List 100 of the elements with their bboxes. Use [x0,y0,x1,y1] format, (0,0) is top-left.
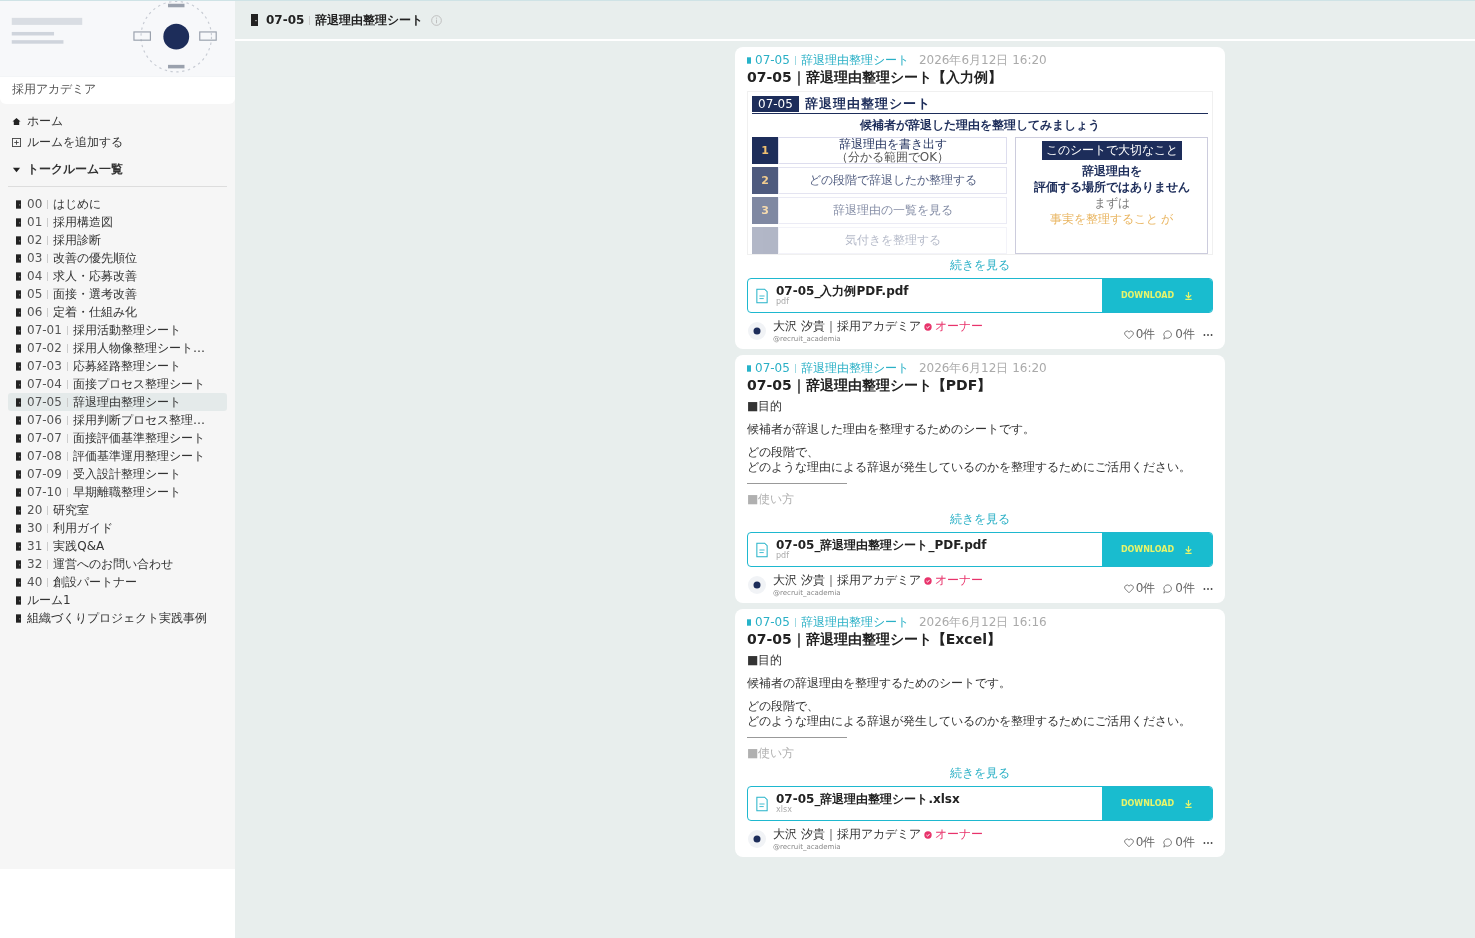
room-item[interactable]: 04 求人・応募改善 [8,267,227,285]
comment-button[interactable]: 0件 [1163,580,1195,597]
room-item[interactable]: 32 運営へのお問い合わせ [8,555,227,573]
section-toggle[interactable]: トークルーム一覧 [12,160,123,178]
sheet-lead: 候補者が辞退した理由を整理してみましょう [860,117,1100,134]
file-icon [756,795,768,812]
room-item[interactable]: ルーム1 [8,591,227,609]
body-text: 候補者が辞退した理由を整理するためのシートです。 [747,422,1035,437]
step-number: 3 [752,197,778,224]
comment-icon [1163,583,1174,594]
heart-icon [1123,329,1134,340]
note-line: まずは [1093,196,1130,211]
comment-button[interactable]: 0件 [1163,326,1195,343]
room-item[interactable]: 07-09 受入設計整理シート [8,465,227,483]
heart-icon [1123,583,1134,594]
post-title: 07-05｜辞退理由整理シート【Excel】 [747,631,1002,649]
nav-link[interactable]: ホーム [12,112,63,130]
more-icon[interactable] [1203,332,1213,337]
room-item[interactable]: 02 採用診断 [8,231,227,249]
author-name[interactable]: 大沢 汐貴｜採用アカデミア [773,572,921,589]
note-line: 評価する場所ではありません [1033,180,1190,195]
room-item[interactable]: 07-06 採用判断プロセス整理… [8,411,227,429]
like-button[interactable]: 0件 [1123,580,1156,597]
owner-label: オーナー [934,318,983,335]
room-item[interactable]: 06 定着・仕組み化 [8,303,227,321]
file-name: 07-05_入力例PDF.pdf [776,285,910,297]
room-item[interactable]: 00 はじめに [8,195,227,213]
more-icon[interactable] [1203,840,1213,845]
home-icon [12,116,21,126]
more-icon[interactable] [1203,586,1213,591]
room-item[interactable]: 07-07 面接評価基準整理シート [8,429,227,447]
step-title: どの段階で辞退したか整理する [808,174,977,187]
community-name: 採用アカデミア [11,81,97,98]
note-line: 辞退理由を [1081,164,1142,179]
like-button[interactable]: 0件 [1123,326,1156,343]
room-item[interactable]: 07-05 辞退理由整理シート [8,393,227,411]
body-text: どのような理由による辞退が発生しているのかを整理するためにご活用ください。 [747,460,1191,475]
body-text: 候補者の辞退理由を整理するためのシートです。 [747,676,1011,691]
sheet-code: 07-05 [752,96,799,112]
post-title: 07-05｜辞退理由整理シート【PDF】 [747,377,993,395]
heart-icon [1123,837,1134,848]
check-badge-icon [923,322,932,331]
body-text: どの段階で、 [747,445,819,460]
post-title: 07-05｜辞退理由整理シート【入力例】 [747,69,1003,87]
note-line: 事実を整理すること が [1049,212,1174,227]
add-icon [12,137,21,147]
file-name: 07-05_辞退理由整理シート_PDF.pdf [776,539,988,551]
post-date: 2026年6月12日 16:16 [918,616,1047,629]
room-item[interactable]: 07-02 採用人物像整理シート… [8,339,227,357]
step-number: 1 [752,137,778,164]
download-icon [1184,799,1194,808]
room-item[interactable]: 07-08 評価基準運用整理シート [8,447,227,465]
step-number: 2 [752,167,778,194]
body-text: ■使い方 [747,492,795,507]
comment-button[interactable]: 0件 [1163,834,1195,851]
body-text: どのような理由による辞退が発生しているのかを整理するためにご活用ください。 [747,714,1191,729]
room-item[interactable]: 30 利用ガイド [8,519,227,537]
check-badge-icon [923,576,932,585]
file-icon [756,541,768,558]
sheet-title: 辞退理由整理シート [804,95,931,113]
nav-link[interactable]: ルームを追加する [12,133,123,151]
sheet-preview[interactable]: 07-05 辞退理由整理シート 候補者が辞退した理由を整理してみましょう 1 辞退理由を書き出す （分かる範囲でOK） 2 どの段階で辞退したか整理する 3 辞退理由の一覧を見る 気付きを整理する このシートで大切なこと 辞退理由を 評価する場所ではありません まずは 事実を整理すること が [747,91,1213,255]
room-item[interactable]: 07-01 採用活動整理シート [8,321,227,339]
avatar-icon [747,574,767,595]
room-item[interactable]: 07-04 面接プロセス整理シート [8,375,227,393]
file-icon [756,287,768,304]
post-date: 2026年6月12日 16:20 [918,54,1047,67]
step-title: 辞退理由の一覧を見る [832,204,953,217]
room-item[interactable]: 07-03 応募経路整理シート [8,357,227,375]
room-item[interactable]: 組織づくりプロジェクト実践事例 [8,609,227,627]
step-note: （分かる範囲でOK） [835,151,950,163]
download-icon [1184,545,1194,554]
file-name: 07-05_辞退理由整理シート.xlsx [776,793,961,805]
avatar-icon [747,828,767,849]
check-badge-icon [923,830,932,839]
author-name[interactable]: 大沢 汐貴｜採用アカデミア [773,826,921,843]
comment-icon [1163,329,1174,340]
author-name[interactable]: 大沢 汐貴｜採用アカデミア [773,318,921,335]
room-item[interactable]: 31 実践Q&A [8,537,227,555]
comment-icon [1163,837,1174,848]
room-item[interactable]: 03 改善の優先順位 [8,249,227,267]
room-item[interactable]: 07-10 早期離職整理シート [8,483,227,501]
download-icon [1184,291,1194,300]
body-text: ■使い方 [747,746,795,761]
owner-label: オーナー [934,826,983,843]
file-type: xlsx [776,805,792,814]
room-item[interactable]: 01 採用構造図 [8,213,227,231]
step-marker [752,227,778,254]
body-text: どの段階で、 [747,699,819,714]
room-item[interactable]: 20 研究室 [8,501,227,519]
like-button[interactable]: 0件 [1123,834,1156,851]
owner-label: オーナー [934,572,983,589]
note-heading: このシートで大切なこと [1041,141,1182,160]
step-title: 気付きを整理する [844,234,941,247]
room-title: 07-05 辞退理由整理シート [266,11,424,29]
room-item[interactable]: 40 創設パートナー [8,573,227,591]
body-text: ■目的 [747,653,783,668]
file-type: pdf [776,297,790,306]
room-item[interactable]: 05 面接・選考改善 [8,285,227,303]
step-title: 辞退理由を書き出す [838,138,947,151]
